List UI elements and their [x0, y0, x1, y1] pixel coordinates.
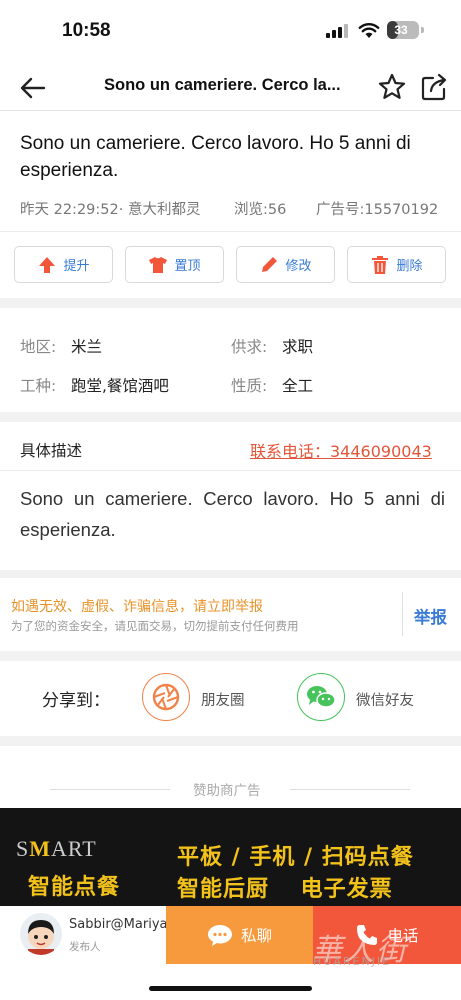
banner-logo-m: M: [29, 836, 52, 861]
section-gap: [0, 298, 461, 308]
divider: [0, 110, 461, 111]
divider: [402, 592, 403, 636]
nature-label: 性质:: [231, 377, 268, 395]
banner-left-text: 智能点餐: [28, 875, 121, 900]
report-button[interactable]: 举报: [414, 604, 447, 628]
edit-button[interactable]: 修改: [236, 246, 335, 283]
job-type-value: 跑堂,餐馆酒吧: [71, 377, 169, 395]
section-gap: [0, 736, 461, 746]
divider: [290, 789, 410, 790]
post-time-location: 昨天 22:29:52· 意大利都灵: [20, 202, 201, 218]
battery-tip: [421, 27, 424, 33]
post-title: Sono un cameriere. Cerco lavoro. Ho 5 an…: [20, 133, 411, 181]
share-icon[interactable]: [420, 72, 448, 102]
arrow-left-icon[interactable]: [18, 74, 48, 102]
banner-logo: SMART: [16, 836, 97, 861]
private-chat-button[interactable]: 私聊: [166, 906, 313, 964]
moments-share-button[interactable]: [142, 673, 190, 721]
promote-button[interactable]: 提升: [14, 246, 113, 283]
star-icon[interactable]: [377, 72, 407, 102]
safety-tip: 为了您的资金安全，请见面交易，切勿提前支付任何费用: [11, 619, 299, 633]
battery-icon: 33: [387, 21, 419, 39]
wifi-icon: [358, 23, 380, 38]
section-gap: [0, 651, 461, 661]
supply-label: 供求:: [231, 338, 268, 356]
pencil-icon: [262, 256, 278, 272]
wechat-icon: [307, 686, 336, 708]
status-time: 10:58: [62, 20, 111, 41]
banner-line-1: 平板 / 手机 / 扫码点餐: [177, 845, 414, 870]
nature-value: 全工: [282, 377, 314, 395]
edit-label: 修改: [285, 259, 312, 274]
job-type-label: 工种:: [20, 377, 57, 395]
banner-line-2: 智能后厨 电子发票: [177, 877, 393, 902]
description-body: Sono un cameriere. Cerco lavoro. Ho 5 an…: [20, 488, 445, 540]
promote-label: 提升: [63, 259, 90, 274]
sponsor-label: 赞助商广告: [193, 783, 261, 799]
delete-button[interactable]: 删除: [347, 246, 446, 283]
avatar-image: [28, 920, 54, 955]
region-label: 地区:: [20, 338, 57, 356]
section-gap: [0, 412, 461, 422]
trash-icon: [372, 255, 389, 274]
section-gap: [0, 570, 461, 578]
watermark-text: HUARENJIE: [313, 955, 392, 968]
post-ad-id: 广告号:15570192: [316, 202, 439, 218]
publisher-role: 发布人: [69, 941, 101, 953]
pin-label: 置顶: [174, 259, 201, 274]
signal-icon: [326, 24, 348, 38]
screen: 10:58 33 Sono un cameriere. Cerco la... …: [0, 0, 461, 1000]
phone-link[interactable]: 联系电话：3446090043: [250, 438, 432, 462]
delete-label: 删除: [396, 259, 423, 274]
fraud-warning: 如遇无效、虚假、诈骗信息，请立即举报: [11, 599, 263, 615]
page-title: Sono un cameriere. Cerco la...: [104, 76, 341, 94]
publisher-name: Sabbir@Mariya: [69, 917, 168, 932]
moments-label: 朋友圈: [201, 693, 245, 709]
home-indicator[interactable]: [149, 986, 312, 991]
chat-label: 私聊: [240, 927, 272, 945]
aperture-icon: [152, 683, 180, 711]
pin-button[interactable]: 置顶: [125, 246, 224, 283]
region-value: 米兰: [71, 338, 103, 356]
arrow-up-icon: [39, 256, 56, 273]
divider: [50, 789, 170, 790]
divider: [0, 231, 461, 232]
wechat-label: 微信好友: [356, 693, 414, 709]
avatar[interactable]: [20, 913, 62, 955]
supply-value: 求职: [282, 338, 314, 356]
share-label: 分享到：: [42, 691, 110, 711]
chat-bubble-icon: [207, 925, 232, 946]
wechat-share-button[interactable]: [297, 673, 345, 721]
post-views: 浏览:56: [234, 202, 287, 218]
divider: [0, 470, 461, 471]
battery-level: 33: [394, 23, 408, 37]
description-heading: 具体描述: [20, 442, 83, 460]
shirt-icon: [149, 256, 168, 273]
